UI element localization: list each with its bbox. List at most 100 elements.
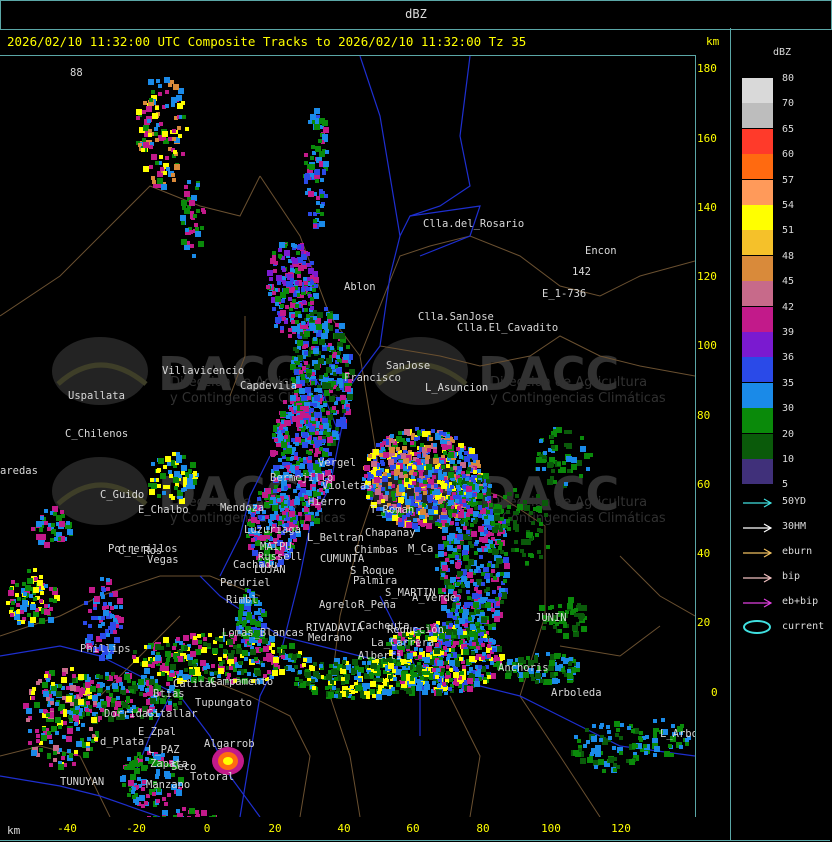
echo-pixel: [27, 569, 31, 573]
echo-pixel: [15, 583, 19, 587]
echo-pixel: [176, 452, 180, 456]
echo-pixel: [387, 473, 391, 477]
echo-pixel: [453, 616, 457, 620]
echo-pixel: [296, 361, 300, 365]
echo-pixel: [514, 540, 518, 544]
echo-pixel: [437, 660, 443, 666]
echo-pixel: [323, 431, 327, 435]
echo-pixel: [469, 673, 473, 677]
echo-pixel: [371, 461, 377, 467]
echo-pixel: [442, 536, 446, 540]
echo-pixel: [172, 452, 176, 456]
echo-pixel: [419, 483, 423, 487]
echo-pixel: [471, 651, 475, 655]
echo-pixel: [616, 765, 620, 769]
place-label: M_Ca: [408, 543, 433, 555]
echo-pixel: [93, 701, 97, 705]
echo-pixel: [136, 109, 142, 115]
echo-pixel: [375, 489, 381, 495]
echo-pixel: [475, 622, 479, 626]
echo-pixel: [383, 452, 389, 458]
echo-pixel: [339, 323, 345, 329]
echo-pixel: [303, 277, 307, 281]
echo-pixel: [500, 572, 504, 576]
echo-pixel: [500, 550, 504, 554]
echo-pixel: [6, 601, 10, 605]
echo-pixel: [10, 613, 14, 617]
echo-pixel: [166, 658, 170, 662]
echo-pixel: [161, 672, 165, 676]
echo-pixel: [453, 466, 457, 470]
echo-pixel: [484, 530, 488, 534]
radar-map[interactable]: DACC DACC DACC DACC Dirección de Agricul…: [0, 55, 696, 817]
echo-pixel: [332, 354, 336, 358]
echo-pixel: [461, 584, 465, 588]
echo-pixel: [187, 180, 191, 184]
echo-pixel: [277, 281, 281, 285]
echo-pixel: [46, 713, 50, 717]
echo-pixel: [477, 618, 481, 622]
echo-pixel: [580, 446, 586, 452]
echo-pixel: [332, 431, 338, 437]
echo-pixel: [254, 657, 258, 661]
echo-pixel: [481, 643, 485, 647]
echo-pixel: [469, 631, 475, 637]
echo-pixel: [467, 572, 473, 578]
echo-pixel: [434, 648, 440, 654]
echo-pixel: [92, 695, 98, 701]
echo-pixel: [36, 734, 40, 738]
echo-pixel: [298, 265, 304, 271]
echo-pixel: [492, 590, 496, 594]
echo-pixel: [506, 519, 510, 523]
echo-pixel: [53, 758, 57, 762]
echo-pixel: [573, 750, 579, 756]
echo-pixel: [453, 495, 457, 499]
echo-pixel: [459, 455, 463, 459]
place-label: Btias: [153, 688, 185, 700]
echo-pixel: [16, 610, 20, 614]
echo-pixel: [286, 448, 292, 454]
echo-pixel: [301, 288, 305, 292]
echo-pixel: [302, 432, 308, 438]
echo-pixel: [172, 178, 176, 182]
echo-pixel: [435, 465, 439, 469]
place-label: L_Arbols: [660, 728, 695, 740]
echo-pixel: [315, 431, 319, 435]
echo-pixel: [492, 548, 496, 552]
echo-pixel: [183, 635, 189, 641]
echo-pixel: [460, 520, 464, 524]
echo-pixel: [261, 609, 265, 613]
legend-track-label: 50YD: [782, 496, 807, 507]
echo-pixel: [482, 489, 486, 493]
echo-pixel: [179, 641, 183, 645]
echo-pixel: [53, 599, 57, 603]
echo-pixel: [486, 579, 490, 583]
echo-pixel: [306, 314, 310, 318]
echo-pixel: [458, 478, 462, 482]
echo-pixel: [304, 281, 308, 285]
echo-pixel: [298, 512, 302, 516]
legend-value-36: 36: [782, 352, 795, 364]
echo-pixel: [463, 649, 469, 655]
echo-pixel: [392, 669, 396, 673]
echo-pixel: [258, 491, 262, 495]
echo-pixel: [460, 541, 464, 545]
echo-pixel: [198, 645, 202, 649]
legend-track-eb+bip: eb+bip: [742, 596, 832, 610]
echo-pixel: [81, 723, 85, 727]
place-label: CUMUNTA: [320, 553, 365, 565]
echo-pixel: [491, 522, 495, 526]
echo-pixel: [435, 643, 439, 647]
echo-pixel: [56, 691, 62, 697]
y-unit-label: km: [706, 35, 720, 48]
echo-pixel: [36, 521, 42, 527]
echo-pixel: [138, 679, 144, 685]
echo-pixel: [165, 456, 171, 462]
echo-pixel: [497, 509, 501, 513]
place-label: JUNIN: [535, 612, 567, 624]
echo-pixel: [434, 489, 440, 495]
echo-pixel: [438, 523, 442, 527]
legend-value-35: 35: [782, 377, 795, 389]
echo-pixel: [286, 415, 290, 419]
echo-pixel: [208, 633, 212, 637]
